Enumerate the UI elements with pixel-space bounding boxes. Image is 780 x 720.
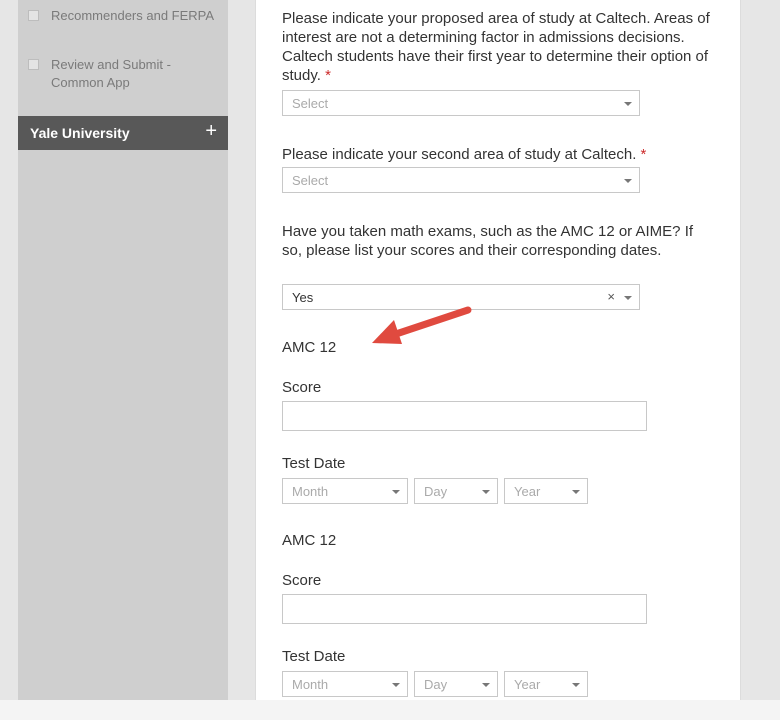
select-placeholder: Year [514,484,541,499]
caret-down-icon [624,179,632,183]
day-select[interactable]: Day [414,671,498,697]
question-text: Please indicate your second area of stud… [282,146,637,163]
question-area-of-study: Please indicate your proposed area of st… [282,9,712,85]
test-date-label: Test Date [282,455,346,472]
year-select[interactable]: Year [504,478,588,504]
sidebar-item-label: Recommenders and FERPA [51,8,215,23]
score-input[interactable] [282,594,647,624]
second-area-select[interactable]: Select [282,167,640,193]
page-bottom-band [0,700,780,720]
select-value: Yes [292,290,314,305]
caret-down-icon [392,683,400,687]
sidebar-item-label: Review and Submit - Common App [51,57,171,90]
clear-icon[interactable]: × [607,289,615,304]
caret-down-icon [572,490,580,494]
score-input[interactable] [282,401,647,431]
checkbox-icon [28,59,39,70]
question-math-exams: Have you taken math exams, such as the A… [282,222,712,260]
sidebar: Recommenders and FERPA Review and Submit… [18,0,228,700]
select-placeholder: Year [514,677,541,692]
plus-icon[interactable]: + [205,121,217,141]
select-placeholder: Day [424,677,448,692]
required-marker: * [640,146,647,163]
exam-title: AMC 12 [282,339,337,356]
question-text: Have you taken math exams, such as the A… [282,223,694,259]
sidebar-item-recommenders[interactable]: Recommenders and FERPA [28,7,218,25]
sidebar-section-yale[interactable]: Yale University + [18,116,228,150]
select-placeholder: Month [292,484,329,499]
score-label: Score [282,379,322,396]
caret-down-icon [482,683,490,687]
test-date-label: Test Date [282,648,346,665]
required-marker: * [325,67,331,84]
select-placeholder: Select [292,173,329,188]
caret-down-icon [572,683,580,687]
year-select[interactable]: Year [504,671,588,697]
red-arrow-annotation [372,306,472,344]
checkbox-icon [28,10,39,21]
exam-title: AMC 12 [282,532,337,549]
select-placeholder: Day [424,484,448,499]
score-label: Score [282,572,322,589]
caret-down-icon [482,490,490,494]
caret-down-icon [392,490,400,494]
sidebar-item-review-submit[interactable]: Review and Submit - Common App [28,56,218,92]
caret-down-icon [624,296,632,300]
question-second-area: Please indicate your second area of stud… [282,145,712,164]
question-text: Please indicate your proposed area of st… [282,10,710,84]
sidebar-section-label: Yale University [30,125,130,141]
month-select[interactable]: Month [282,671,408,697]
caret-down-icon [624,102,632,106]
form-panel: Please indicate your proposed area of st… [255,0,741,700]
select-placeholder: Month [292,677,329,692]
select-placeholder: Select [292,96,329,111]
day-select[interactable]: Day [414,478,498,504]
month-select[interactable]: Month [282,478,408,504]
area-of-study-select[interactable]: Select [282,90,640,116]
